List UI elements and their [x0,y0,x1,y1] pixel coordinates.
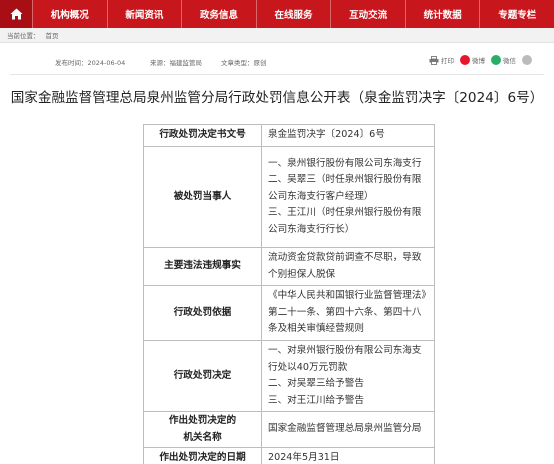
table-row: 作出处罚决定的 机关名称 国家金融监督管理总局泉州监管分局 [143,411,435,448]
row-value: 泉金监罚决字〔2024〕6号 [261,124,435,147]
table-row: 主要违法违规事实 流动资金贷款贷前调查不尽职，导致个别担保人脱保 [143,247,435,286]
table-row: 行政处罚决定书文号 泉金监罚决字〔2024〕6号 [143,124,435,147]
nav-item-tongji[interactable]: 统计数据 [404,0,480,28]
source: 来源：福建监管局 [150,59,202,67]
article-meta: 发布时间：2024-06-04 来源：福建监管局 文章类型：原创 打印 微博 微… [0,52,554,70]
table-row: 被处罚当事人 一、泉州银行股份有限公司东海支行 二、吴翠三（时任泉州银行股份有限… [143,146,435,248]
nav-item-jigou[interactable]: 机构概况 [32,0,107,28]
row-value: 《中华人民共和国银行业监督管理法》第二十一条、第四十六条、第四十八条及相关审慎经… [261,285,435,341]
row-value: 一、泉州银行股份有限公司东海支行 二、吴翠三（时任泉州银行股份有限公司东海支行客… [261,146,435,248]
home-button[interactable] [0,0,32,28]
nav-item-zhengwu[interactable]: 政务信息 [181,0,256,28]
nav-item-xinwen[interactable]: 新闻资讯 [106,0,182,28]
row-key: 作出处罚决定的日期 [143,447,262,464]
breadcrumb: 当前位置： 首页 [0,28,554,43]
wechat-share-button[interactable]: 微信 [491,55,516,65]
table-row: 作出处罚决定的日期 2024年5月31日 [143,447,435,464]
top-nav: 机构概况 新闻资讯 政务信息 在线服务 互动交流 统计数据 专题专栏 [0,0,554,28]
divider [10,74,544,75]
nav-item-zaixian[interactable]: 在线服务 [255,0,331,28]
weibo-icon [460,55,470,65]
row-value: 2024年5月31日 [261,447,435,464]
wechat-icon [491,55,501,65]
row-key: 行政处罚依据 [143,285,262,341]
table-row: 行政处罚依据 《中华人民共和国银行业监督管理法》第二十一条、第四十六条、第四十八… [143,285,435,341]
row-value: 一、对泉州银行股份有限公司东海支行处以40万元罚款 二、对吴翠三给予警告 三、对… [261,340,435,412]
publish-time: 发布时间：2024-06-04 [55,59,126,67]
weibo-share-button[interactable]: 微博 [460,55,485,65]
breadcrumb-label: 当前位置： [7,32,40,40]
row-key: 主要违法违规事实 [143,247,262,286]
breadcrumb-home-link[interactable]: 首页 [46,30,59,40]
penalty-info-table: 行政处罚决定书文号 泉金监罚决字〔2024〕6号 被处罚当事人 一、泉州银行股份… [143,124,435,464]
printer-icon [429,55,439,65]
row-value: 国家金融监督管理总局泉州监管分局 [261,411,435,448]
nav-item-zhuanti[interactable]: 专题专栏 [479,0,554,28]
page-title: 国家金融监督管理总局泉州监管分局行政处罚信息公开表（泉金监罚决字〔2024〕6号… [10,90,544,106]
nav-item-hudong[interactable]: 互动交流 [330,0,405,28]
row-key: 行政处罚决定 [143,340,262,412]
print-button[interactable]: 打印 [429,55,454,65]
row-value: 流动资金贷款贷前调查不尽职，导致个别担保人脱保 [261,247,435,286]
home-icon [10,8,22,20]
article-type: 文章类型：原创 [221,59,267,67]
row-key: 行政处罚决定书文号 [143,124,262,147]
more-share-icon[interactable] [522,55,532,65]
table-row: 行政处罚决定 一、对泉州银行股份有限公司东海支行处以40万元罚款 二、对吴翠三给… [143,340,435,412]
share-tools: 打印 微博 微信 [429,55,532,65]
row-key: 作出处罚决定的 机关名称 [143,411,262,448]
row-key: 被处罚当事人 [143,146,262,248]
